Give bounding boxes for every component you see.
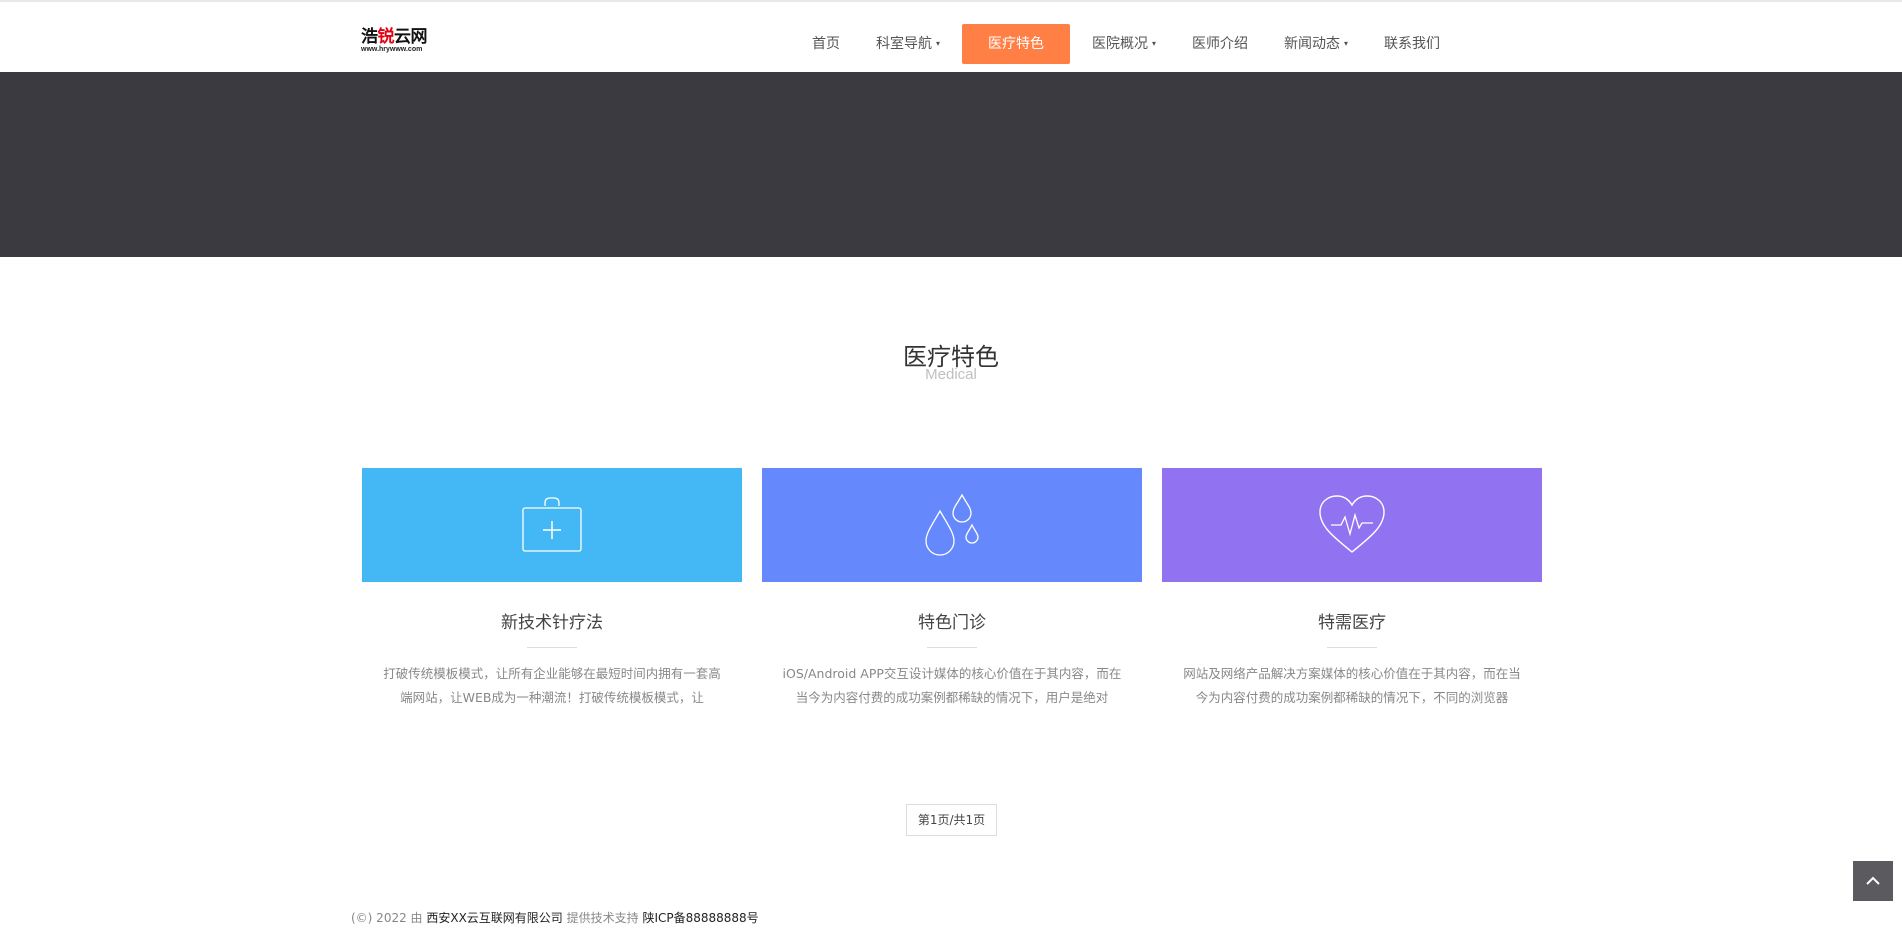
card-title: 特需医疗	[1318, 613, 1386, 633]
caret-down-icon: ▾	[1344, 39, 1349, 48]
medical-kit-icon	[522, 497, 582, 552]
card-description: 网站及网络产品解决方案媒体的核心价值在于其内容，而在当今为内容付费的成功案例都稀…	[1183, 666, 1521, 705]
card-header	[362, 468, 742, 582]
nav-item-contact[interactable]: 联系我们	[1370, 24, 1454, 64]
logo-title: 浩锐云网	[361, 27, 428, 47]
footer-copyright: (©) 2022 由	[351, 911, 427, 925]
nav-item-hospital-overview[interactable]: 医院概况 ▾	[1078, 24, 1170, 64]
site-footer: (©) 2022 由 西安XX云互联网有限公司 提供技术支持 陕ICP备8888…	[351, 909, 759, 926]
feature-card[interactable]: 特色门诊 iOS/Android APP交互设计媒体的核心价值在于其内容，而在当…	[762, 468, 1142, 710]
section-subtitle: Medical	[925, 366, 977, 383]
site-header: 浩锐云网 www.hrywww.com 首页 科室导航 ▾ 医疗特色 医院概况 ▾ …	[0, 2, 1902, 72]
nav-item-home[interactable]: 首页	[798, 24, 854, 64]
chevron-up-icon	[1866, 876, 1880, 885]
back-to-top-button[interactable]	[1853, 861, 1893, 901]
card-title: 新技术针疗法	[501, 613, 603, 633]
site-logo[interactable]: 浩锐云网 www.hrywww.com	[361, 28, 441, 58]
page-banner	[0, 72, 1902, 257]
card-divider	[527, 647, 577, 648]
caret-down-icon: ▾	[1152, 39, 1157, 48]
feature-card[interactable]: 新技术针疗法 打破传统模板模式，让所有企业能够在最短时间内拥有一套高端网站，让W…	[362, 468, 742, 710]
nav-item-news[interactable]: 新闻动态 ▾	[1270, 24, 1362, 64]
footer-icp-link[interactable]: 陕ICP备88888888号	[642, 911, 758, 925]
nav-item-departments[interactable]: 科室导航 ▾	[862, 24, 954, 64]
nav-item-medical-features[interactable]: 医疗特色	[962, 24, 1071, 64]
card-divider	[1327, 647, 1377, 648]
water-drops-icon	[925, 493, 979, 556]
card-description: 打破传统模板模式，让所有企业能够在最短时间内拥有一套高端网站，让WEB成为一种潮…	[383, 666, 721, 705]
card-description: iOS/Android APP交互设计媒体的核心价值在于其内容，而在当今为内容付…	[782, 666, 1122, 705]
feature-card[interactable]: 特需医疗 网站及网络产品解决方案媒体的核心价值在于其内容，而在当今为内容付费的成…	[1162, 468, 1542, 710]
card-divider	[927, 647, 977, 648]
heart-pulse-icon	[1319, 495, 1385, 553]
logo-url: www.hrywww.com	[361, 46, 423, 53]
card-title: 特色门诊	[918, 613, 986, 633]
nav-item-doctors[interactable]: 医师介绍	[1178, 24, 1262, 64]
caret-down-icon: ▾	[936, 39, 941, 48]
card-header	[1162, 468, 1542, 582]
card-header	[762, 468, 1142, 582]
main-nav: 首页 科室导航 ▾ 医疗特色 医院概况 ▾ 医师介绍 新闻动态 ▾ 联系我们	[794, 23, 1458, 65]
footer-support-text: 提供技术支持	[562, 911, 643, 925]
pagination-info[interactable]: 第1页/共1页	[906, 804, 997, 836]
footer-company-link[interactable]: 西安XX云互联网有限公司	[426, 911, 562, 925]
